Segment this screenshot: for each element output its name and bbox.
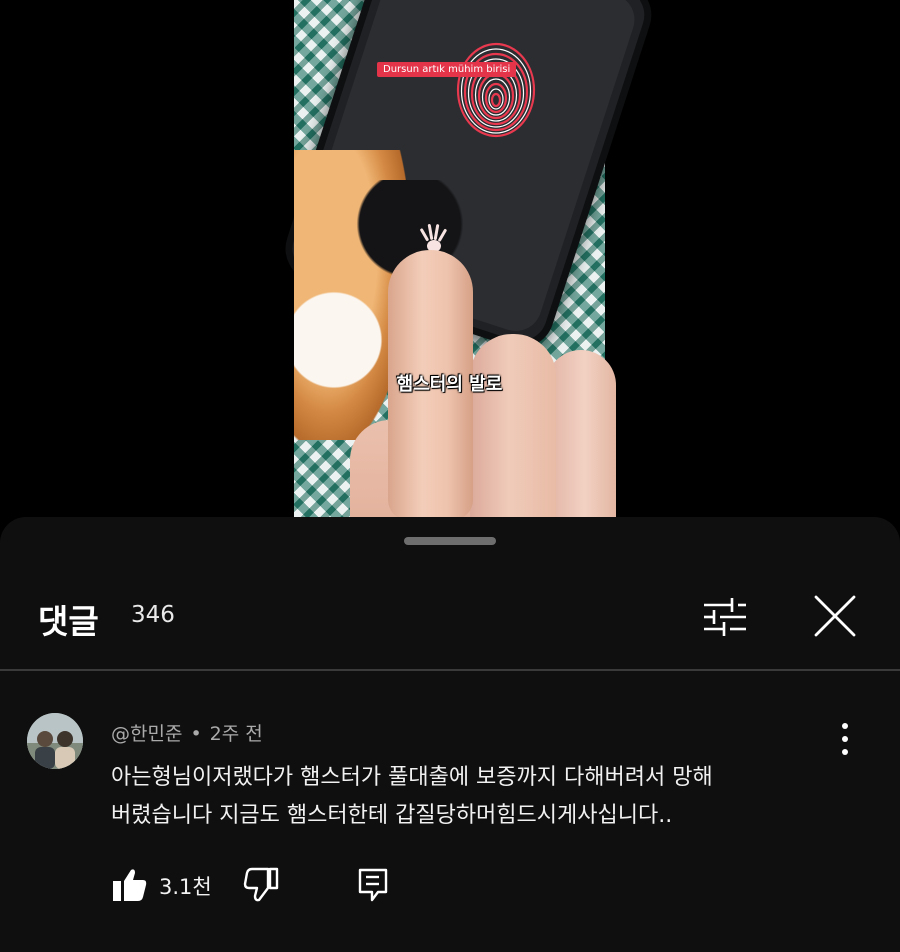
meta-separator: • [190, 723, 202, 745]
comment-meta: @한민준 • 2주 전 [111, 719, 263, 746]
comment-author[interactable]: @한민준 [111, 723, 182, 745]
sort-filter-icon [704, 598, 746, 636]
video-caption: 햄스터의 발로 [396, 374, 503, 395]
avatar[interactable] [27, 713, 83, 769]
close-icon [814, 595, 856, 637]
more-vertical-icon [842, 723, 848, 755]
comments-count: 346 [131, 602, 175, 628]
comments-sheet: 댓글 346 @한민준 • 2주 전 아는형님이저랬다가 햄스터가 풀대출에 보… [0, 517, 900, 952]
reply-button[interactable] [356, 867, 392, 903]
close-button[interactable] [812, 593, 858, 639]
comment-text-line: 아는형님이저랬다가 햄스터가 풀대출에 보증까지 다해버려서 망해 [111, 765, 713, 790]
comment-time: 2주 전 [209, 723, 263, 745]
thumbs-down-icon [243, 867, 279, 902]
like-button[interactable] [111, 867, 149, 903]
comment-actions: 3.1천 [111, 865, 511, 905]
like-count: 3.1천 [159, 875, 212, 899]
reply-icon [358, 868, 388, 902]
comment-more-button[interactable] [830, 717, 860, 761]
thumbs-up-icon [113, 869, 147, 901]
comments-title: 댓글 [38, 602, 99, 641]
video-player[interactable]: Dursun artık mühim birisi 햄스터의 발로 [0, 0, 900, 534]
dislike-button[interactable] [242, 867, 280, 903]
divider [0, 669, 900, 671]
drag-handle[interactable] [404, 537, 496, 545]
sort-filter-button[interactable] [702, 595, 748, 639]
comment-text-line: 버렸습니다 지금도 햄스터한테 갑질당하머힘드시게사십니다.. [111, 803, 673, 828]
comments-header: 댓글 346 [0, 587, 900, 647]
comment-text: 아는형님이저랬다가 햄스터가 풀대출에 보증까지 다해버려서 망해 버렸습니다 … [111, 759, 851, 835]
